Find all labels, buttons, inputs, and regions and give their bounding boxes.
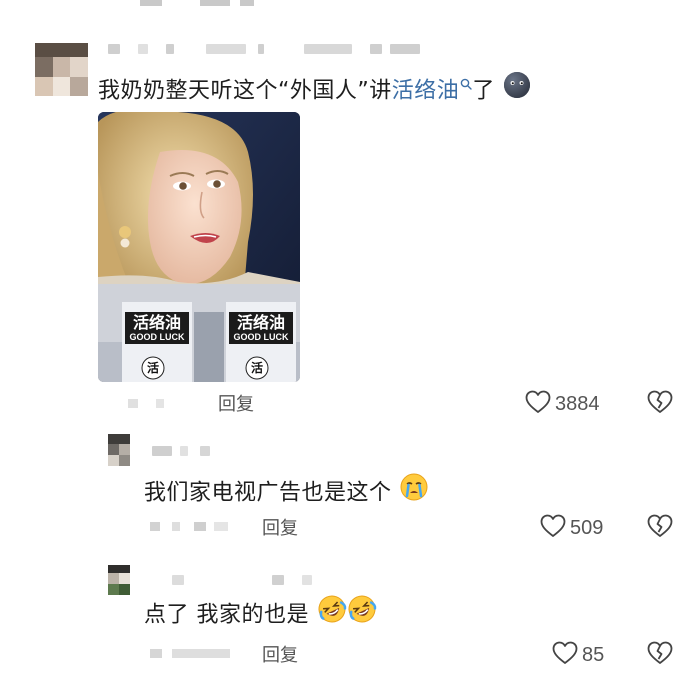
comment-text-main: 点了 我家的也是 xyxy=(144,602,309,628)
like-button[interactable]: 509 xyxy=(540,514,603,542)
dislike-button[interactable] xyxy=(647,514,673,542)
like-button[interactable]: 3884 xyxy=(525,390,600,418)
comment-text: 点了 我家的也是 xyxy=(144,594,377,635)
product-circle-char-right: 活 xyxy=(250,361,263,375)
heart-outline-icon xyxy=(540,514,566,542)
product-sublabel-left: GOOD LUCK xyxy=(129,332,185,342)
avatar[interactable] xyxy=(108,434,130,466)
product-label-left: 活络油 xyxy=(132,313,181,332)
avatar[interactable] xyxy=(35,43,88,96)
like-button[interactable]: 85 xyxy=(552,641,604,669)
meme-image[interactable]: 活络油 GOOD LUCK 活络油 GOOD LUCK 活 活 xyxy=(98,112,300,382)
username-redacted xyxy=(108,42,428,56)
previous-comment-remnant xyxy=(140,0,300,8)
heart-outline-icon xyxy=(525,390,551,418)
crying-face-emoji-icon xyxy=(399,472,429,511)
dark-face-emoji-icon xyxy=(502,70,532,109)
comment-text-main: 我奶奶整天听这个“外国人”讲 xyxy=(98,78,392,104)
comment-meta-redacted xyxy=(128,396,198,410)
avatar[interactable] xyxy=(108,565,130,595)
dislike-button[interactable] xyxy=(647,641,673,669)
keyword-search-link[interactable]: 活络油 xyxy=(392,79,460,104)
like-count: 85 xyxy=(582,643,605,666)
comment-text-main: 我们家电视广告也是这个 xyxy=(144,480,392,506)
comment-meta-redacted xyxy=(150,519,240,533)
search-icon[interactable] xyxy=(460,69,473,90)
reply-button[interactable]: 回复 xyxy=(262,641,298,667)
username-redacted xyxy=(152,444,232,458)
product-sublabel-right: GOOD LUCK xyxy=(233,332,289,342)
rolling-laughing-emoji-icon xyxy=(317,594,347,633)
heart-outline-icon xyxy=(552,641,578,669)
comment-text-tail: 了 xyxy=(472,78,495,104)
broken-heart-icon xyxy=(647,390,673,418)
like-count: 509 xyxy=(570,516,604,539)
reply-button[interactable]: 回复 xyxy=(262,514,298,540)
product-label-right: 活络油 xyxy=(236,313,285,332)
rolling-laughing-emoji-icon xyxy=(347,594,377,633)
dislike-button[interactable] xyxy=(647,390,673,418)
broken-heart-icon xyxy=(647,514,673,542)
comment-meta-redacted xyxy=(150,646,240,660)
product-circle-char-left: 活 xyxy=(146,361,159,375)
reply-button[interactable]: 回复 xyxy=(218,390,254,416)
broken-heart-icon xyxy=(647,641,673,669)
username-redacted xyxy=(172,573,332,587)
like-count: 3884 xyxy=(555,392,600,415)
comment-text: 我们家电视广告也是这个 xyxy=(144,472,429,513)
comment-text: 我奶奶整天听这个“外国人”讲活络油了 xyxy=(98,72,532,111)
